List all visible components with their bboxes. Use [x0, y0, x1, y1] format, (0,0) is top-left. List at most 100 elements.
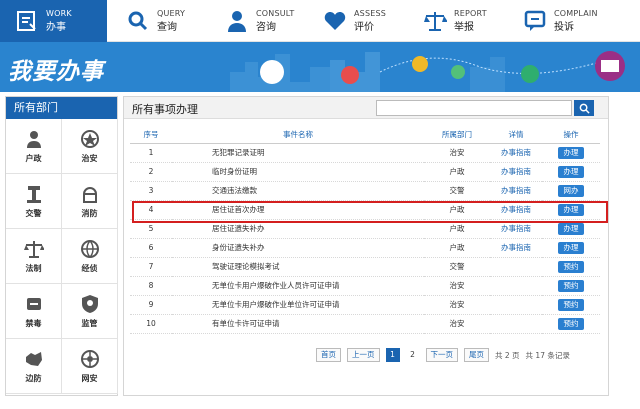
col-header-name: 事件名称: [172, 127, 424, 144]
cell-no: 9: [130, 295, 172, 315]
cell-no: 7: [130, 257, 172, 277]
guide-link[interactable]: 办事指南: [501, 148, 531, 157]
dept-cyber[interactable]: 网安: [62, 339, 118, 394]
action-button[interactable]: 预约: [558, 279, 584, 292]
dept-anti-drug[interactable]: 禁毒: [6, 284, 62, 339]
department-panel-title: 所有部门: [6, 97, 117, 119]
action-button[interactable]: 办理: [558, 203, 584, 216]
search-icon: [579, 103, 590, 114]
dept-label: 户政: [25, 154, 42, 163]
nav-work-en: WORK: [46, 9, 72, 18]
nav-query-zh: 查询: [157, 22, 177, 33]
nav-consult-en: CONSULT: [256, 9, 295, 18]
last-page-button[interactable]: 尾页: [464, 348, 489, 362]
dept-supervision[interactable]: 监管: [62, 284, 118, 339]
col-header-detail: 详情: [490, 127, 542, 144]
guide-link[interactable]: 办事指南: [501, 205, 531, 214]
prev-page-button[interactable]: 上一页: [347, 348, 380, 362]
affairs-panel: 所有事项办理 序号 事件名称 所属部门 详情 操作 1 无犯罪记录证明 治安 办事指南…: [123, 96, 609, 396]
dept-public-security[interactable]: 治安: [62, 119, 118, 174]
table-row: 6 身份证遗失补办 户政 办事指南 办理: [130, 238, 600, 258]
affairs-panel-title: 所有事项办理: [132, 103, 198, 116]
cell-action: 办理: [542, 219, 600, 239]
cell-name: 居住证首次办理: [172, 200, 424, 220]
action-button[interactable]: 预约: [558, 260, 584, 273]
dept-household[interactable]: 户政: [6, 119, 62, 174]
guide-link[interactable]: 办事指南: [501, 186, 531, 195]
table-row: 1 无犯罪记录证明 治安 办事指南 办理: [130, 143, 600, 163]
cell-dept: 治安: [424, 314, 490, 334]
dept-economic[interactable]: 经侦: [62, 229, 118, 284]
affairs-table: 序号 事件名称 所属部门 详情 操作 1 无犯罪记录证明 治安 办事指南 办理 2 临时身份…: [130, 127, 600, 334]
action-button[interactable]: 办理: [558, 146, 584, 159]
search-icon: [125, 8, 151, 34]
scales-icon: [422, 8, 448, 34]
cell-name: 有单位卡许可证申请: [172, 314, 424, 334]
search-input[interactable]: [376, 100, 572, 116]
cell-name: 居住证遗失补办: [172, 219, 424, 239]
department-panel: 所有部门 户政 治安 交警 消防 法制 经侦 禁毒 监管 边防 网安: [5, 96, 118, 396]
cell-no: 10: [130, 314, 172, 334]
cell-dept: 交警: [424, 257, 490, 277]
first-page-button[interactable]: 首页: [316, 348, 341, 362]
nav-complain-zh: 投诉: [554, 22, 574, 33]
globe-icon: [79, 238, 101, 260]
table-row: 10 有单位卡许可证申请 治安 预约: [130, 314, 600, 334]
cell-no: 2: [130, 162, 172, 182]
action-button[interactable]: 预约: [558, 317, 584, 330]
dept-legal[interactable]: 法制: [6, 229, 62, 284]
guide-link[interactable]: 办事指南: [501, 167, 531, 176]
cell-dept: 户政: [424, 238, 490, 258]
cell-dept: 交警: [424, 181, 490, 201]
top-nav: WORK 办事 QUERY 查询 CONSULT 咨询 ASSESS 评价 REPORT…: [0, 0, 640, 42]
nav-work[interactable]: WORK 办事: [0, 0, 107, 42]
cell-guide: [490, 276, 542, 296]
table-row: 7 驾驶证理论模拟考试 交警 预约: [130, 257, 600, 277]
search-button[interactable]: [574, 100, 594, 116]
household-icon: [23, 128, 45, 150]
dept-label: 消防: [81, 209, 98, 218]
dept-label: 监管: [81, 319, 98, 328]
cell-guide: [490, 257, 542, 277]
cell-guide: 办事指南: [490, 143, 542, 163]
nav-assess[interactable]: ASSESS 评价: [322, 0, 386, 42]
page-2[interactable]: 2: [406, 348, 420, 362]
cell-name: 临时身份证明: [172, 162, 424, 182]
table-row: 9 无单位卡用户爆破作业单位许可证申请 治安 预约: [130, 295, 600, 315]
action-button[interactable]: 预约: [558, 298, 584, 311]
cell-guide: [490, 295, 542, 315]
action-button[interactable]: 办理: [558, 222, 584, 235]
table-row: 2 临时身份证明 户政 办事指南 办理: [130, 162, 600, 182]
table-row: 5 居住证遗失补办 户政 办事指南 办理: [130, 219, 600, 239]
cloud-icon: [260, 60, 284, 84]
cell-guide: 办事指南: [490, 219, 542, 239]
dept-border[interactable]: 边防: [6, 339, 62, 394]
action-button[interactable]: 办理: [558, 165, 584, 178]
traffic-police-icon: [23, 183, 45, 205]
banner: 我要办事: [0, 42, 640, 92]
banner-title: 我要办事: [8, 59, 104, 85]
nav-report[interactable]: REPORT 举报: [422, 0, 487, 42]
cell-action: 预约: [542, 257, 600, 277]
nav-complain[interactable]: COMPLAIN 投诉: [522, 0, 598, 42]
nav-query[interactable]: QUERY 查询: [125, 0, 185, 42]
nav-assess-en: ASSESS: [354, 9, 387, 18]
page-1[interactable]: 1: [385, 348, 400, 362]
pagination: 首页 上一页 1 2 下一页 尾页 共 2 页 共 17 条记录: [316, 347, 576, 363]
cell-action: 预约: [542, 295, 600, 315]
cell-guide: 办事指南: [490, 200, 542, 220]
guide-link[interactable]: 办事指南: [501, 243, 531, 252]
cell-name: 交通违法缴款: [172, 181, 424, 201]
cell-no: 8: [130, 276, 172, 296]
cell-no: 5: [130, 219, 172, 239]
nav-consult[interactable]: CONSULT 咨询: [224, 0, 294, 42]
scales-icon: [23, 238, 45, 260]
action-button[interactable]: 办理: [558, 241, 584, 254]
dept-fire[interactable]: 消防: [62, 174, 118, 229]
guide-link[interactable]: 办事指南: [501, 224, 531, 233]
dept-traffic[interactable]: 交警: [6, 174, 62, 229]
cell-name: 无犯罪记录证明: [172, 143, 424, 163]
col-header-no: 序号: [130, 127, 172, 144]
action-button[interactable]: 网办: [558, 184, 584, 197]
next-page-button[interactable]: 下一页: [425, 348, 458, 362]
